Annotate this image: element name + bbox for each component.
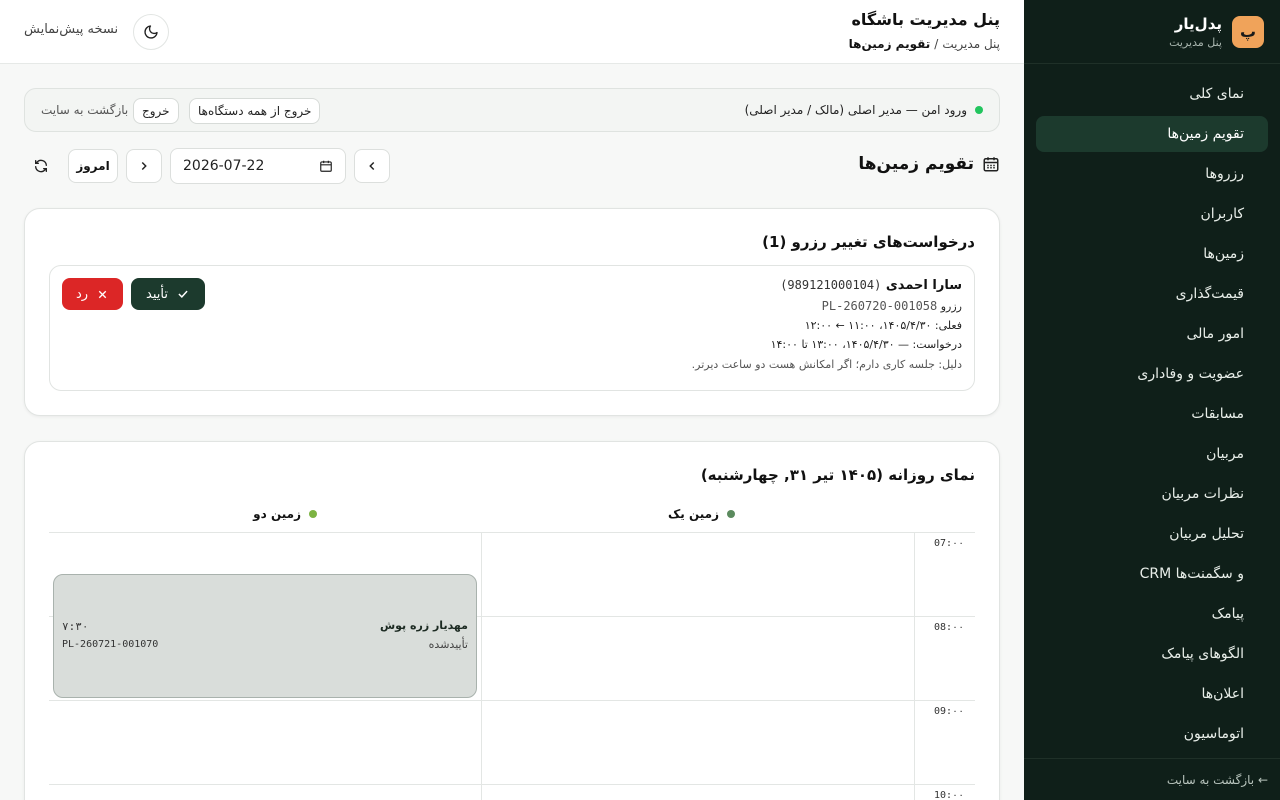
court-color-dot — [309, 510, 317, 518]
moon-icon — [144, 25, 158, 39]
court-header-1: زمین یک — [668, 507, 735, 521]
date-input[interactable]: 2026-07-22 — [170, 148, 346, 184]
daily-view-card: نمای روزانه (۱۴۰۵ تیر ۳۱, چهارشنبه) زمین… — [24, 441, 1000, 800]
brand-logo: پ — [1232, 15, 1264, 48]
sidebar-item-coach-reviews[interactable]: نظرات مربیان — [1036, 476, 1268, 512]
sidebar: پدل‌یار پنل مدیریت پ نمای کلی تقویم زمین… — [1024, 0, 1280, 800]
page-title: پنل مدیریت باشگاه — [851, 10, 1000, 29]
sidebar-item-notifications[interactable]: اعلان‌ها — [1036, 676, 1268, 712]
requested-slot: درخواست: — ۱۴۰۵/۴/۳۰، ۱۳:۰۰ تا ۱۴:۰۰ — [770, 338, 962, 351]
court-header-2: زمین دو — [253, 507, 317, 521]
sidebar-item-users[interactable]: کاربران — [1036, 196, 1268, 232]
change-requests-card: درخواست‌های تغییر رزرو (1) سارا احمدی (9… — [24, 208, 1000, 416]
booking-code: PL-260721-001070 — [62, 639, 159, 650]
daily-view-title: نمای روزانه (۱۴۰۵ تیر ۳۱, چهارشنبه) — [700, 466, 975, 484]
secure-session-bar: ورود امن — مدیر اصلی (مالک / مدیر اصلی) … — [24, 88, 1000, 132]
sidebar-item-coaches[interactable]: مربیان — [1036, 436, 1268, 472]
preview-label: نسخه پیش‌نمایش — [24, 22, 119, 37]
booking-block[interactable]: مهدیار زره پوش تأییدشده ۷:۳۰ PL-260721-0… — [53, 574, 477, 698]
chevron-right-icon — [141, 161, 147, 171]
requester-name: سارا احمدی — [885, 278, 962, 293]
day-grid: 07:۰۰ 08:۰۰ 09:۰۰ 10:۰۰ مهدیار زره پوش ت… — [49, 532, 975, 800]
topbar: پنل مدیریت باشگاه پنل مدیریت / تقویم زمی… — [0, 0, 1024, 64]
brand: پدل‌یار پنل مدیریت پ — [1024, 0, 1280, 64]
sidebar-item-courts[interactable]: زمین‌ها — [1036, 236, 1268, 272]
logout-all-button[interactable]: خروج از همه دستگاه‌ها — [189, 98, 321, 124]
booking-code: PL-260720-001058 — [821, 299, 938, 313]
secure-login-text: ورود امن — مدیر اصلی (مالک / مدیر اصلی) — [744, 103, 967, 117]
sidebar-nav: نمای کلی تقویم زمین‌ها رزروها کاربران زم… — [1024, 64, 1280, 752]
time-label: 07:۰۰ — [934, 538, 965, 549]
change-request-item: سارا احمدی (989121000104) رزرو PL-260720… — [49, 265, 975, 391]
sidebar-item-court-calendar[interactable]: تقویم زمین‌ها — [1036, 116, 1268, 152]
calendar-title: تقویم زمین‌ها — [858, 154, 1000, 174]
breadcrumb-separator: / — [934, 37, 939, 51]
back-to-site-link[interactable]: بازگشت به سایت — [41, 103, 128, 117]
request-reason: دلیل: جلسه کاری دارم؛ اگر امکانش هست دو … — [691, 358, 962, 371]
court-color-dot — [727, 510, 735, 518]
current-slot: فعلی: ۱۴۰۵/۴/۳۰، ۱۱:۰۰ ← ۱۲:۰۰ — [804, 319, 962, 332]
theme-toggle-button[interactable] — [133, 14, 169, 50]
breadcrumb: پنل مدیریت / تقویم زمین‌ها — [849, 37, 1000, 51]
brand-name: پدل‌یار — [1174, 14, 1222, 33]
calendar-picker-icon[interactable] — [319, 159, 333, 173]
reject-button[interactable]: رد — [62, 278, 123, 310]
refresh-button[interactable] — [28, 155, 54, 177]
logout-button[interactable]: خروج — [133, 98, 179, 124]
booking-time: ۷:۳۰ — [62, 620, 89, 633]
brand-subtitle: پنل مدیریت — [1169, 35, 1222, 49]
next-day-button[interactable] — [126, 149, 162, 183]
prev-day-button[interactable] — [354, 149, 390, 183]
sidebar-item-tournaments[interactable]: مسابقات — [1036, 396, 1268, 432]
time-label: 09:۰۰ — [934, 706, 965, 717]
status-dot — [975, 106, 983, 114]
change-requests-title: درخواست‌های تغییر رزرو (1) — [762, 233, 975, 251]
sidebar-item-finance[interactable]: امور مالی — [1036, 316, 1268, 352]
chevron-left-icon — [369, 161, 375, 171]
sidebar-item-crm[interactable]: CRM و سگمنت‌ها — [1036, 556, 1268, 592]
main-content: ورود امن — مدیر اصلی (مالک / مدیر اصلی) … — [0, 64, 1024, 800]
sidebar-item-sms[interactable]: پیامک — [1036, 596, 1268, 632]
approve-button[interactable]: تأیید — [131, 278, 205, 310]
sidebar-item-sms-templates[interactable]: الگوهای پیامک — [1036, 636, 1268, 672]
time-label: 08:۰۰ — [934, 622, 965, 633]
sidebar-item-pricing[interactable]: قیمت‌گذاری — [1036, 276, 1268, 312]
sidebar-item-overview[interactable]: نمای کلی — [1036, 76, 1268, 112]
breadcrumb-root[interactable]: پنل مدیریت — [942, 37, 1000, 51]
requester-phone: (989121000104) — [780, 278, 882, 292]
sidebar-item-bookings[interactable]: رزروها — [1036, 156, 1268, 192]
sidebar-item-coach-analytics[interactable]: تحلیل مربیان — [1036, 516, 1268, 552]
booking-label: رزرو — [940, 300, 962, 313]
date-value: 2026-07-22 — [183, 158, 265, 174]
sidebar-item-membership[interactable]: عضویت و وفاداری — [1036, 356, 1268, 392]
refresh-icon — [35, 159, 47, 173]
booking-customer-name: مهدیار زره پوش — [379, 619, 468, 632]
check-icon — [178, 290, 188, 298]
calendar-icon — [983, 157, 999, 172]
breadcrumb-current: تقویم زمین‌ها — [848, 37, 931, 51]
close-icon — [98, 290, 107, 298]
today-button[interactable]: امروز — [68, 149, 118, 183]
time-label: 10:۰۰ — [934, 790, 965, 800]
booking-status: تأییدشده — [428, 638, 468, 651]
sidebar-item-automation[interactable]: اتوماسیون — [1036, 716, 1268, 752]
back-to-site-link[interactable]: بازگشت به سایت ← — [1024, 758, 1280, 800]
